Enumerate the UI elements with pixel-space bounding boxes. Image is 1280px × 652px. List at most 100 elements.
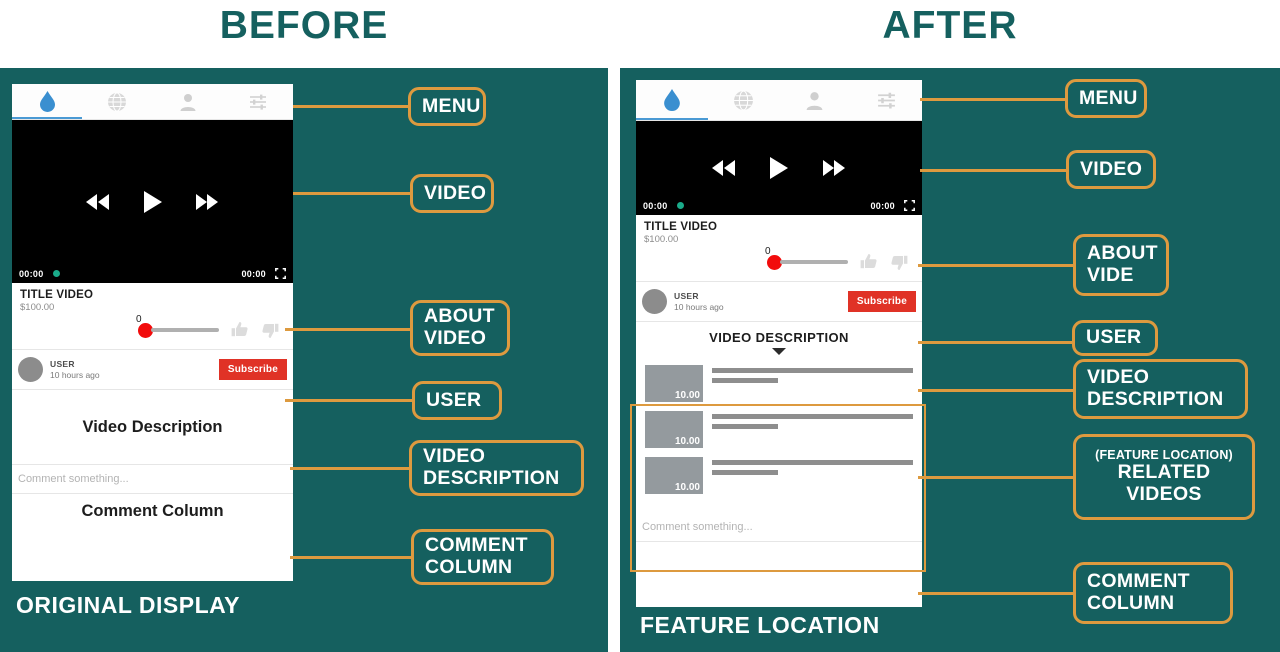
water-drop-icon bbox=[39, 91, 55, 112]
callout-about-video: ABOUT VIDEO bbox=[410, 300, 510, 356]
callout-label: COMMENT bbox=[425, 534, 528, 557]
user-section: USER 10 hours ago Subscribe bbox=[12, 350, 293, 389]
callout-label: USER bbox=[1086, 326, 1142, 349]
player-progress-bar[interactable]: 00:00 00:00 bbox=[12, 268, 293, 279]
active-tab-indicator bbox=[636, 118, 708, 120]
rewind-icon[interactable] bbox=[85, 193, 110, 210]
sliders-settings-icon bbox=[249, 94, 266, 110]
leader-line-user bbox=[918, 341, 1073, 344]
leader-line-related-videos bbox=[918, 476, 1075, 479]
user-section: USER 10 hours ago Subscribe bbox=[636, 282, 922, 321]
player-controls[interactable] bbox=[636, 157, 922, 179]
callout-sublabel: (FEATURE LOCATION) bbox=[1095, 448, 1233, 463]
active-tab-indicator bbox=[12, 117, 83, 119]
slider-track[interactable] bbox=[151, 328, 219, 332]
related-video-text-placeholder bbox=[703, 411, 913, 429]
thumbs-down-icon[interactable] bbox=[261, 321, 279, 339]
callout-label: COMMENT bbox=[1087, 570, 1190, 593]
sliders-settings-icon bbox=[877, 92, 895, 108]
current-time: 00:00 bbox=[19, 268, 44, 279]
leader-line-video-description bbox=[918, 389, 1075, 392]
video-title: TITLE VIDEO bbox=[20, 289, 94, 301]
progress-handle[interactable] bbox=[676, 202, 684, 209]
video-description-label: VIDEO DESCRIPTION bbox=[709, 330, 849, 345]
related-video-text-placeholder bbox=[703, 457, 913, 475]
player-controls[interactable] bbox=[12, 190, 293, 213]
callout-label: VIDEO bbox=[1080, 157, 1143, 180]
leader-line-comment-column bbox=[290, 556, 412, 559]
fast-forward-icon[interactable] bbox=[195, 193, 219, 210]
subscribe-button[interactable]: Subscribe bbox=[218, 359, 287, 380]
play-icon[interactable] bbox=[143, 190, 162, 213]
fullscreen-icon[interactable] bbox=[904, 200, 915, 211]
leader-line-menu bbox=[293, 105, 408, 108]
subscribe-button[interactable]: Subscribe bbox=[847, 291, 916, 312]
leader-line-video bbox=[920, 169, 1068, 172]
video-player[interactable]: 00:00 00:00 bbox=[12, 120, 293, 283]
thumbs-up-icon[interactable] bbox=[231, 321, 249, 339]
play-icon[interactable] bbox=[770, 157, 788, 179]
nav-item-globe[interactable] bbox=[82, 84, 152, 119]
after-phone-mockup: 00:00 00:00 TITLE VIDEO $100.00 0 USER 1… bbox=[636, 80, 922, 607]
globe-icon bbox=[733, 90, 753, 110]
callout-comment-column: COMMENT COLUMN bbox=[1073, 562, 1233, 624]
user-name: USER bbox=[674, 291, 699, 301]
video-description-header[interactable]: VIDEO DESCRIPTION bbox=[636, 322, 922, 357]
menu-bar[interactable] bbox=[12, 84, 293, 120]
before-phone-mockup: 00:00 00:00 TITLE VIDEO $100.00 0 USER 1… bbox=[12, 84, 293, 581]
callout-label: ABOUT bbox=[1087, 242, 1158, 265]
nav-item-person[interactable] bbox=[779, 80, 851, 120]
related-video-price: 10.00 bbox=[674, 390, 700, 401]
list-item[interactable]: 10.00 bbox=[645, 411, 913, 448]
before-heading: BEFORE bbox=[219, 4, 389, 47]
comment-input[interactable]: Comment something... bbox=[636, 513, 922, 541]
leader-line-about-video bbox=[918, 264, 1075, 267]
list-item[interactable]: 10.00 bbox=[645, 457, 913, 494]
thumbs-down-icon[interactable] bbox=[890, 253, 908, 271]
related-video-thumbnail[interactable]: 10.00 bbox=[645, 365, 703, 402]
callout-related-videos: (FEATURE LOCATION) RELATED VIDEOS bbox=[1073, 434, 1255, 520]
before-caption: ORIGINAL DISPLAY bbox=[16, 592, 240, 618]
slider-track[interactable] bbox=[780, 260, 848, 264]
video-price: $100.00 bbox=[20, 302, 55, 313]
thumbs-up-icon[interactable] bbox=[860, 253, 878, 271]
callout-label: VIDEO bbox=[423, 445, 486, 468]
leader-line-video-description bbox=[290, 467, 410, 470]
callout-user: USER bbox=[1072, 320, 1158, 356]
callout-label: VIDEO bbox=[424, 181, 487, 204]
rating-row[interactable]: 0 bbox=[644, 245, 914, 279]
rating-row[interactable]: 0 bbox=[20, 313, 285, 347]
water-drop-icon bbox=[663, 89, 680, 111]
list-item[interactable]: 10.00 bbox=[645, 365, 913, 402]
menu-bar[interactable] bbox=[636, 80, 922, 121]
rewind-icon[interactable] bbox=[711, 160, 736, 176]
nav-item-water-drop[interactable] bbox=[636, 80, 708, 120]
person-icon bbox=[180, 93, 196, 111]
nav-item-settings[interactable] bbox=[851, 80, 923, 120]
callout-label: COLUMN bbox=[425, 556, 513, 578]
total-time: 00:00 bbox=[241, 268, 266, 279]
callout-label: DESCRIPTION bbox=[423, 467, 560, 489]
caret-down-icon[interactable] bbox=[772, 348, 786, 355]
fast-forward-icon[interactable] bbox=[822, 160, 846, 176]
player-progress-bar[interactable]: 00:00 00:00 bbox=[636, 200, 922, 211]
about-video-section: TITLE VIDEO $100.00 0 bbox=[12, 283, 293, 349]
fullscreen-icon[interactable] bbox=[275, 268, 286, 279]
progress-handle[interactable] bbox=[52, 270, 60, 277]
nav-item-globe[interactable] bbox=[708, 80, 780, 120]
rating-slider[interactable]: 0 bbox=[765, 246, 848, 270]
related-video-price: 10.00 bbox=[674, 436, 700, 447]
comment-column-label: Comment Column bbox=[81, 501, 224, 520]
nav-item-person[interactable] bbox=[153, 84, 223, 119]
related-video-thumbnail[interactable]: 10.00 bbox=[645, 411, 703, 448]
leader-line-about-video bbox=[285, 328, 411, 331]
callout-about-video: ABOUT VIDE bbox=[1073, 234, 1169, 296]
nav-item-water-drop[interactable] bbox=[12, 84, 82, 119]
video-player[interactable]: 00:00 00:00 bbox=[636, 121, 922, 215]
related-video-thumbnail[interactable]: 10.00 bbox=[645, 457, 703, 494]
leader-line-user bbox=[285, 399, 413, 402]
comment-input[interactable]: Comment something... bbox=[12, 465, 293, 493]
nav-item-settings[interactable] bbox=[223, 84, 293, 119]
user-name: USER bbox=[50, 359, 75, 369]
rating-slider[interactable]: 0 bbox=[136, 314, 219, 338]
